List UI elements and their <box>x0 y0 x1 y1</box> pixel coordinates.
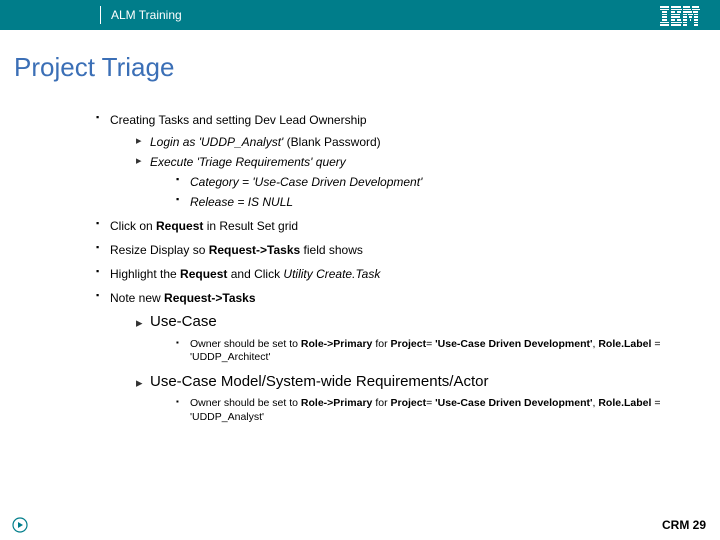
text: Category = <box>190 175 252 189</box>
bullet-list-lvl2: Login as 'UDDP_Analyst' (Blank Password)… <box>136 133 690 211</box>
header-divider <box>100 6 101 24</box>
slide-number: CRM 29 <box>662 518 706 532</box>
text: Click on <box>110 219 156 233</box>
page-title: Project Triage <box>14 52 720 83</box>
text: Use-Case Model/System-wide Requirements/… <box>150 373 488 390</box>
header-title: ALM Training <box>111 8 182 22</box>
text: Role->Primary <box>301 338 373 350</box>
text: Role.Label <box>598 397 651 409</box>
text: Request <box>180 267 227 281</box>
list-item: Release = IS NULL <box>176 193 690 211</box>
text: = <box>426 397 435 409</box>
text: Creating Tasks and setting Dev Lead Owne… <box>110 113 367 127</box>
text: and Click <box>227 267 283 281</box>
header-bar: ALM Training <box>0 0 720 30</box>
content-area: Creating Tasks and setting Dev Lead Owne… <box>96 111 690 425</box>
text: (Blank Password) <box>283 135 380 149</box>
bullet-list-lvl2: Use-Case Owner should be set to Role->Pr… <box>136 311 690 425</box>
text: Owner should be set to <box>190 397 301 409</box>
text: 'Use-Case Driven Development' <box>435 397 592 409</box>
nav-icon <box>12 517 28 533</box>
list-item: Owner should be set to Role->Primary for… <box>176 397 690 424</box>
text: for <box>372 397 390 409</box>
text: 'Use-Case Driven Development' <box>252 175 422 189</box>
list-item: Use-Case Model/System-wide Requirements/… <box>136 371 690 425</box>
text: in Result Set grid <box>203 219 298 233</box>
bullet-list-lvl3: Category = 'Use-Case Driven Development'… <box>176 173 690 211</box>
text: Owner should be set to <box>190 338 301 350</box>
list-item: Click on Request in Result Set grid <box>96 217 690 235</box>
ibm-logo-icon <box>660 6 700 26</box>
text: Use-Case <box>150 313 217 330</box>
text: field shows <box>300 243 363 257</box>
text: Role.Label <box>598 338 651 350</box>
list-item: Highlight the Request and Click Utility … <box>96 265 690 283</box>
bullet-list-lvl3: Owner should be set to Role->Primary for… <box>176 338 690 365</box>
text: 'UDDP_Analyst' <box>199 135 284 149</box>
text: Execute 'Triage Requirements' query <box>150 155 346 169</box>
text: Project <box>391 338 427 350</box>
text: Request->Tasks <box>164 291 255 305</box>
list-item: Category = 'Use-Case Driven Development' <box>176 173 690 191</box>
list-item: Creating Tasks and setting Dev Lead Owne… <box>96 111 690 211</box>
text: Highlight the <box>110 267 180 281</box>
text: Release = IS NULL <box>190 195 293 209</box>
bullet-list-lvl1: Creating Tasks and setting Dev Lead Owne… <box>96 111 690 425</box>
text: = <box>426 338 435 350</box>
text: Project <box>391 397 427 409</box>
text: Resize Display so <box>110 243 209 257</box>
list-item: Note new Request->Tasks Use-Case Owner s… <box>96 289 690 425</box>
text: Login as <box>150 135 199 149</box>
text: 'Use-Case Driven Development' <box>435 338 592 350</box>
list-item: Owner should be set to Role->Primary for… <box>176 338 690 365</box>
text: Request <box>156 219 203 233</box>
list-item: Use-Case Owner should be set to Role->Pr… <box>136 311 690 365</box>
text: Utility Create.Task <box>283 267 380 281</box>
text: Note new <box>110 291 164 305</box>
list-item: Execute 'Triage Requirements' query Cate… <box>136 153 690 211</box>
text: Request->Tasks <box>209 243 300 257</box>
text: for <box>372 338 390 350</box>
list-item: Login as 'UDDP_Analyst' (Blank Password) <box>136 133 690 151</box>
text: Role->Primary <box>301 397 373 409</box>
bullet-list-lvl3: Owner should be set to Role->Primary for… <box>176 397 690 424</box>
list-item: Resize Display so Request->Tasks field s… <box>96 241 690 259</box>
